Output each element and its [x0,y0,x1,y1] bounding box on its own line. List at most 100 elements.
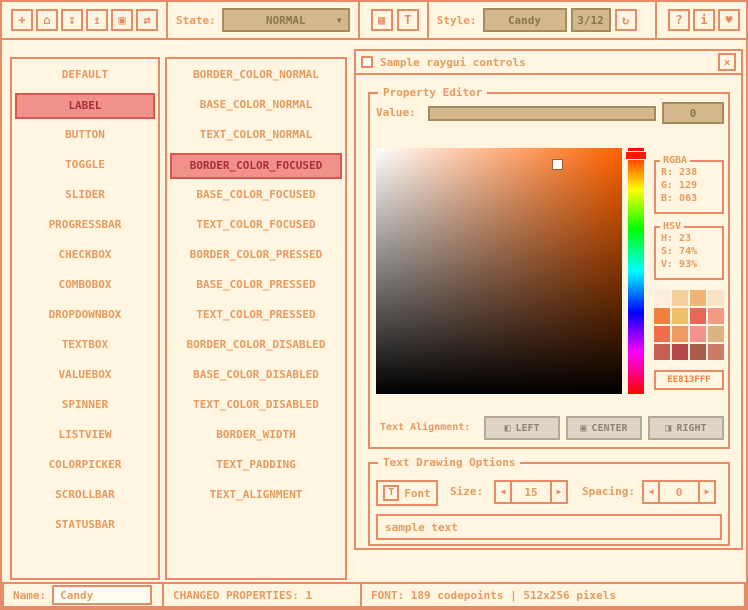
property-list-item-selected[interactable]: BORDER_COLOR_FOCUSED [170,153,342,179]
property-list-item[interactable]: BASE_COLOR_NORMAL [170,93,342,119]
property-list-item[interactable]: TEXT_COLOR_NORMAL [170,123,342,149]
palette-swatch[interactable] [708,326,724,342]
open-icon: ⌂ [43,13,50,27]
new-style-button[interactable]: + [11,9,33,31]
toolbar-separator [655,2,657,38]
value-box[interactable]: 0 [662,102,724,124]
spacing-value[interactable]: 0 [660,480,698,504]
palette-swatch[interactable] [672,326,688,342]
sample-text-input[interactable]: sample text [376,514,722,540]
properties-list-panel: BORDER_COLOR_NORMAL BASE_COLOR_NORMAL TE… [165,57,347,580]
style-color-palette [654,290,724,360]
open-style-button[interactable]: ⌂ [36,9,58,31]
control-list-item[interactable]: CHECKBOX [15,243,155,269]
import-style-button[interactable]: ↧ [61,9,83,31]
hsv-group: HSV H: 23 S: 74% V: 93% [654,226,724,280]
font-t-icon: T [383,485,399,501]
help-button[interactable]: ? [668,9,690,31]
align-left-button[interactable]: ◧ LEFT [484,416,560,440]
property-list-item[interactable]: BASE_COLOR_FOCUSED [170,183,342,209]
control-list-item[interactable]: DEFAULT [15,63,155,89]
control-list-item[interactable]: TEXTBOX [15,333,155,359]
control-list-item-selected[interactable]: LABEL [15,93,155,119]
hue-cursor[interactable] [625,151,647,160]
sponsor-button[interactable]: ♥ [718,9,740,31]
style-table-button[interactable]: ▦ [371,9,393,31]
palette-swatch[interactable] [690,344,706,360]
state-dropdown[interactable]: NORMAL ▼ [222,8,350,32]
control-list-item[interactable]: DROPDOWNBOX [15,303,155,329]
align-right-button[interactable]: ◨ RIGHT [648,416,724,440]
palette-swatch[interactable] [654,326,670,342]
control-list-item[interactable]: SPINNER [15,393,155,419]
font-atlas-button[interactable]: T [397,9,419,31]
spacing-increase-button[interactable]: ▶ [698,480,716,504]
palette-swatch[interactable] [690,308,706,324]
style-name-text: Candy [60,589,93,602]
pack-style-button[interactable]: ▣ [111,9,133,31]
palette-swatch[interactable] [708,308,724,324]
property-list-item[interactable]: BORDER_COLOR_DISABLED [170,333,342,359]
arrow-right-icon: ▶ [705,487,710,496]
export-style-button[interactable]: ↥ [86,9,108,31]
palette-swatch[interactable] [654,290,670,306]
control-list-item[interactable]: STATUSBAR [15,513,155,539]
property-list-item[interactable]: TEXT_ALIGNMENT [170,483,342,509]
font-info-text: FONT: 189 codepoints | 512x256 pixels [371,589,616,602]
palette-swatch[interactable] [672,308,688,324]
control-list-item[interactable]: SLIDER [15,183,155,209]
palette-swatch[interactable] [690,326,706,342]
property-list-item[interactable]: BASE_COLOR_PRESSED [170,273,342,299]
property-list-item[interactable]: BORDER_COLOR_NORMAL [170,63,342,89]
style-index-button[interactable]: 3/12 [571,8,611,32]
style-name-input[interactable]: Candy [52,585,152,605]
property-list-item[interactable]: TEXT_PADDING [170,453,342,479]
palette-swatch[interactable] [672,344,688,360]
property-list-item[interactable]: TEXT_COLOR_FOCUSED [170,213,342,239]
style-name-value: Candy [508,14,541,27]
control-list-item[interactable]: TOGGLE [15,153,155,179]
picker-cursor[interactable] [553,160,562,169]
control-list-item[interactable]: PROGRESSBAR [15,213,155,239]
palette-swatch[interactable] [708,344,724,360]
property-list-item[interactable]: BORDER_WIDTH [170,423,342,449]
spacing-value-text: 0 [676,486,683,499]
control-list-item[interactable]: SCROLLBAR [15,483,155,509]
size-value[interactable]: 15 [512,480,550,504]
palette-swatch[interactable] [672,290,688,306]
reload-style-button[interactable]: ↻ [615,9,637,31]
size-increase-button[interactable]: ▶ [550,480,568,504]
palette-swatch[interactable] [654,308,670,324]
toolbar-separator [166,2,168,38]
window-titlebar[interactable]: Sample raygui controls × [356,51,741,75]
control-list-item[interactable]: LISTVIEW [15,423,155,449]
hex-value-text: EE813FFF [667,375,710,385]
property-list-item[interactable]: BORDER_COLOR_PRESSED [170,243,342,269]
control-list-item[interactable]: COLORPICKER [15,453,155,479]
align-right-label: RIGHT [676,423,706,434]
randomize-style-button[interactable]: ⇄ [136,9,158,31]
palette-swatch[interactable] [690,290,706,306]
color-picker[interactable] [376,148,622,394]
palette-swatch[interactable] [708,290,724,306]
property-list-item[interactable]: BASE_COLOR_DISABLED [170,363,342,389]
close-button[interactable]: × [718,53,736,71]
align-left-icon: ◧ [504,423,510,434]
value-slider[interactable] [428,106,656,121]
palette-swatch[interactable] [654,344,670,360]
control-list-item[interactable]: BUTTON [15,123,155,149]
size-decrease-button[interactable]: ◀ [494,480,512,504]
info-button[interactable]: i [693,9,715,31]
control-list-item[interactable]: COMBOBOX [15,273,155,299]
control-list-item[interactable]: VALUEBOX [15,363,155,389]
size-value-text: 15 [524,486,537,499]
state-label: State: [176,14,216,27]
hex-value-box[interactable]: EE813FFF [654,370,724,390]
align-center-button[interactable]: ▣ CENTER [566,416,642,440]
hue-bar[interactable] [628,148,644,394]
load-font-button[interactable]: T Font [376,480,438,506]
property-list-item[interactable]: TEXT_COLOR_PRESSED [170,303,342,329]
spacing-decrease-button[interactable]: ◀ [642,480,660,504]
property-list-item[interactable]: TEXT_COLOR_DISABLED [170,393,342,419]
style-name-box[interactable]: Candy [483,8,567,32]
